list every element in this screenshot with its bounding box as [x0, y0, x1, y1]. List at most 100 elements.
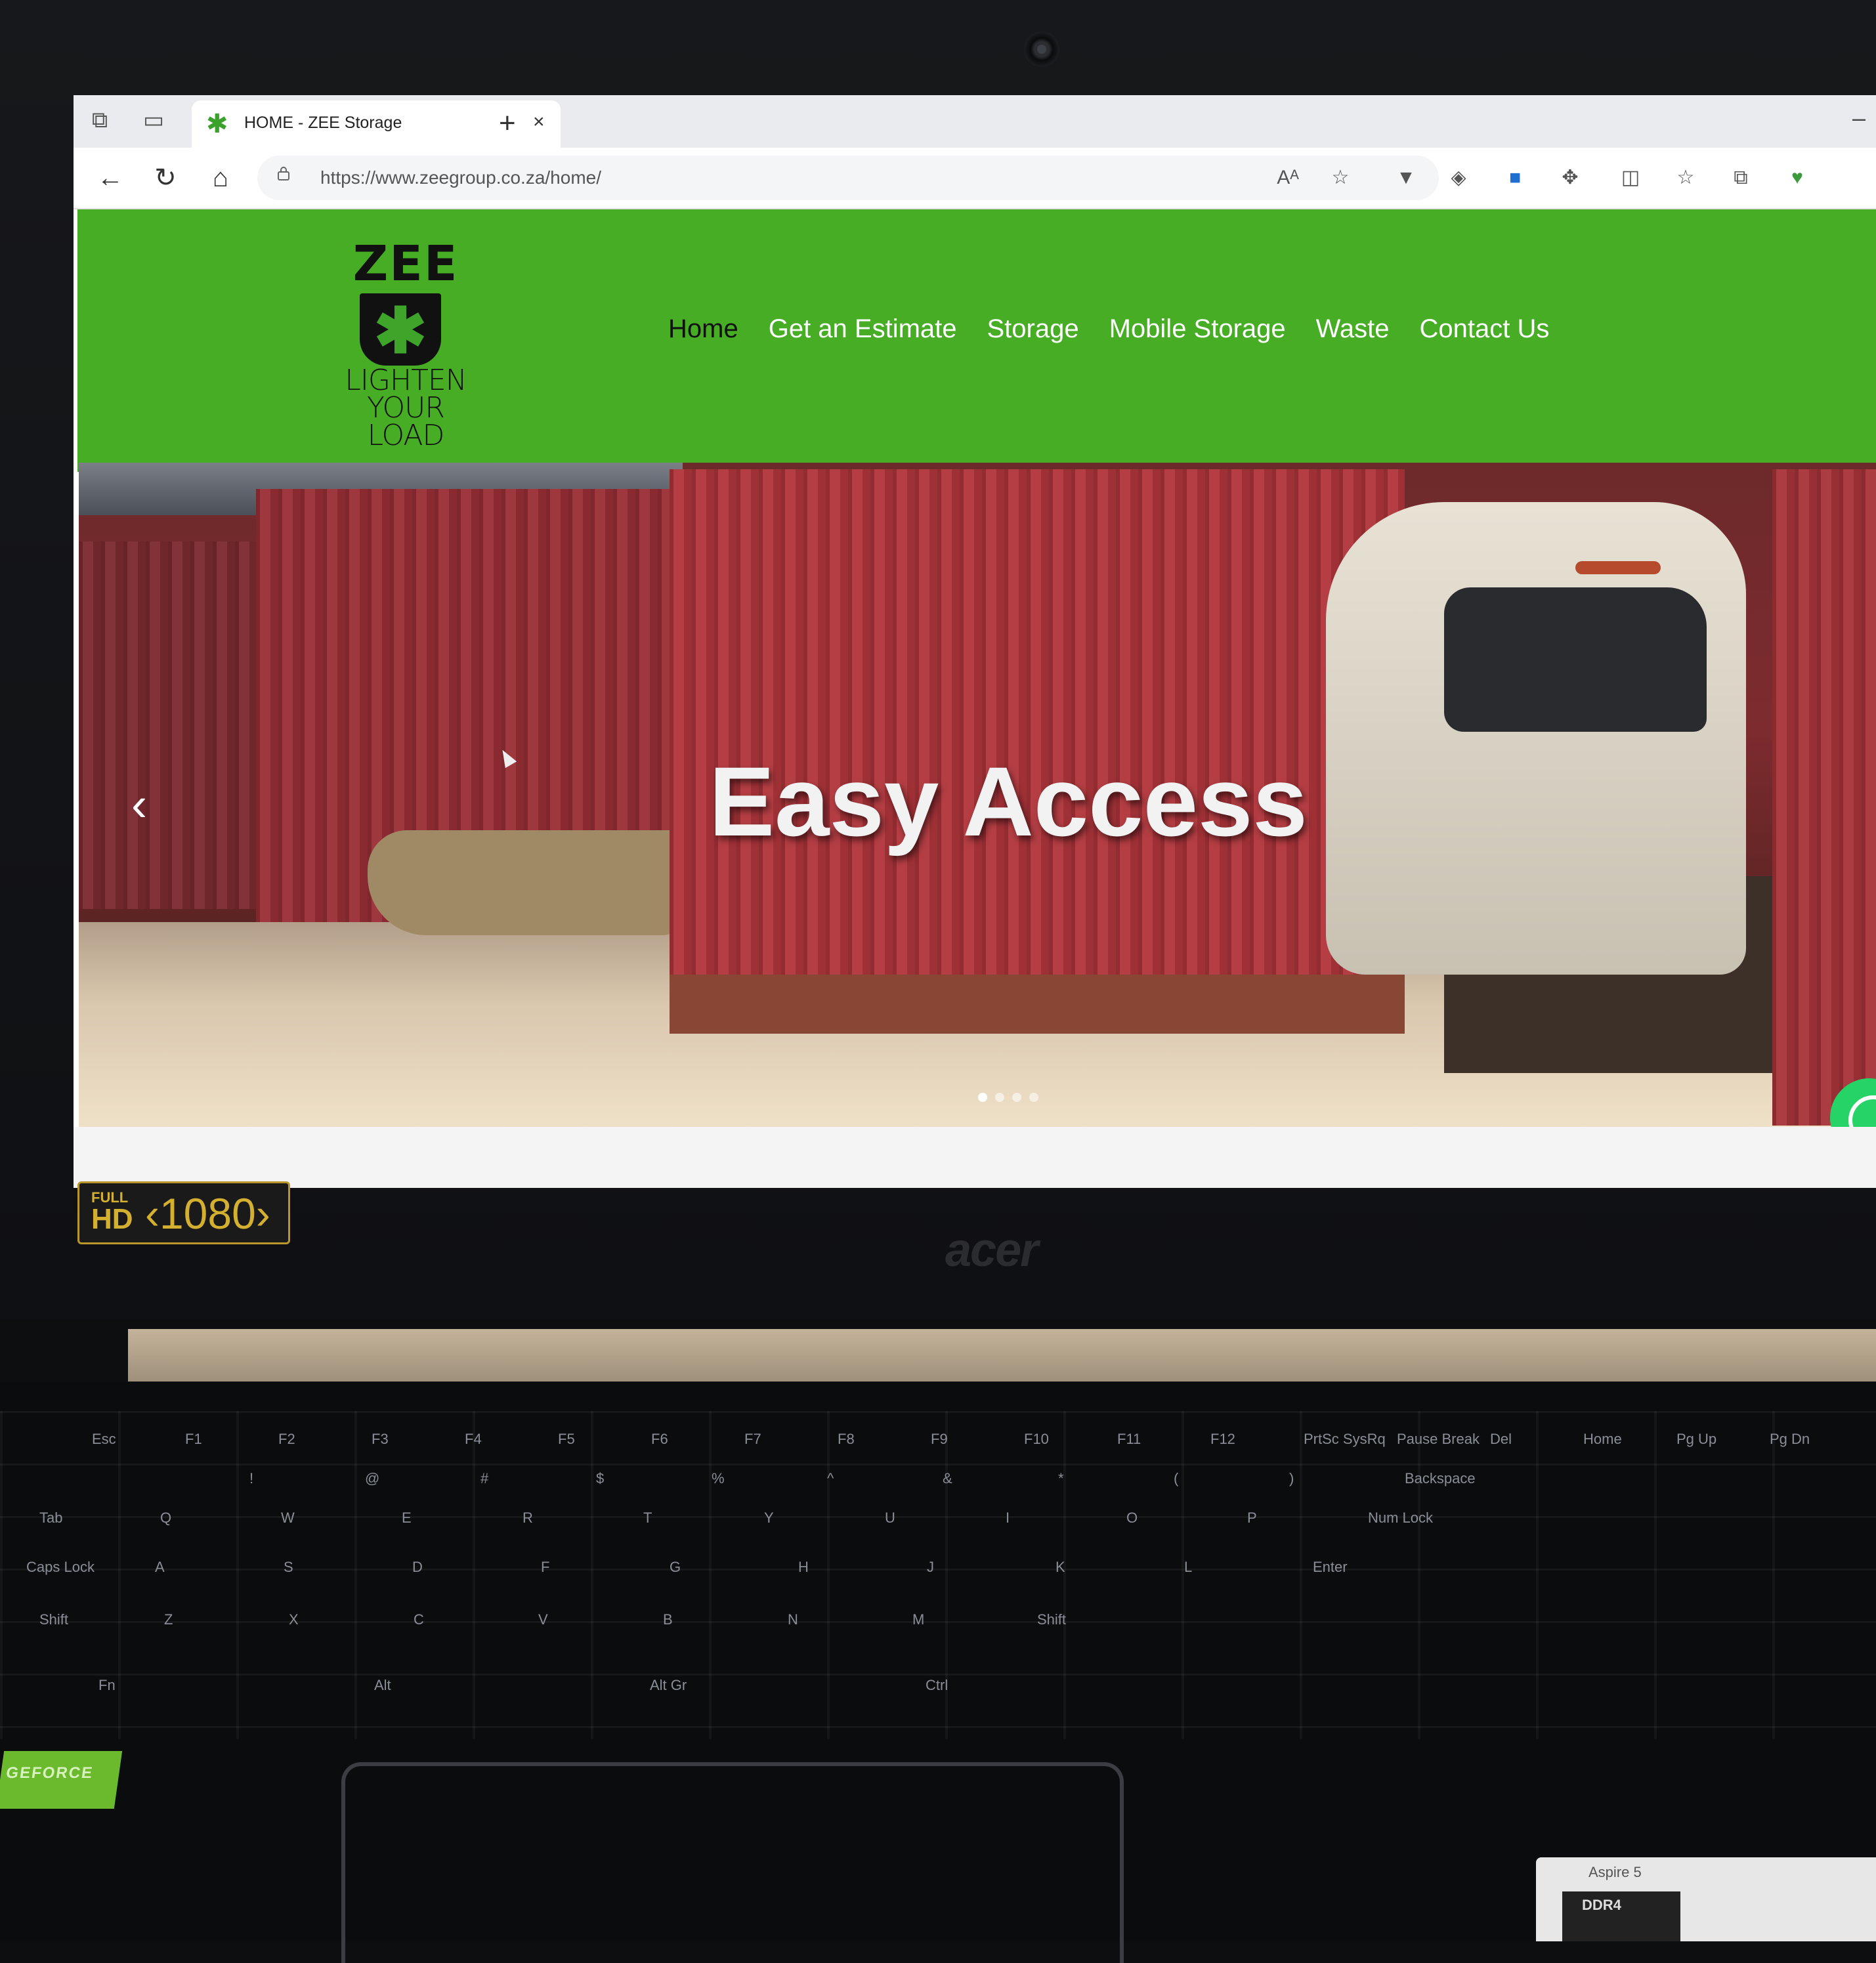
key-legend[interactable]: Shift — [39, 1611, 68, 1628]
nav-contact-us[interactable]: Contact Us — [1420, 314, 1550, 354]
nav-waste[interactable]: Waste — [1316, 314, 1390, 354]
key-legend[interactable]: & — [943, 1470, 952, 1487]
key-legend[interactable]: ^ — [827, 1470, 834, 1487]
key-legend[interactable]: Alt Gr — [650, 1677, 687, 1694]
favorite-star-icon[interactable]: ☆ — [1327, 165, 1354, 191]
key-legend[interactable]: D — [412, 1559, 423, 1576]
key-legend[interactable]: Fn — [98, 1677, 116, 1694]
key-legend[interactable]: Shift — [1037, 1611, 1066, 1628]
key-legend[interactable]: K — [1055, 1559, 1065, 1576]
key-legend[interactable]: $ — [596, 1470, 604, 1487]
touchpad[interactable] — [341, 1762, 1124, 1963]
nav-storage[interactable]: Storage — [987, 314, 1079, 354]
key-legend[interactable]: F4 — [465, 1431, 482, 1448]
key-legend[interactable]: F3 — [372, 1431, 389, 1448]
key-legend[interactable]: F11 — [1117, 1431, 1141, 1448]
key-legend[interactable]: O — [1126, 1509, 1138, 1527]
key-legend[interactable]: P — [1247, 1509, 1257, 1527]
key-legend[interactable]: Backspace — [1405, 1470, 1476, 1487]
key-legend[interactable]: N — [788, 1611, 798, 1628]
read-aloud-icon[interactable]: Aᴬ — [1275, 165, 1301, 191]
split-screen-icon[interactable]: ◫ — [1617, 165, 1644, 191]
key-legend[interactable]: T — [643, 1509, 652, 1527]
key-legend[interactable]: H — [798, 1559, 809, 1576]
tab-actions-icon[interactable]: ▭ — [139, 106, 168, 135]
key-legend[interactable]: S — [284, 1559, 293, 1576]
slider-dot[interactable] — [1012, 1093, 1021, 1102]
key-legend[interactable]: J — [927, 1559, 934, 1576]
key-legend[interactable]: Del — [1490, 1431, 1512, 1448]
refresh-icon[interactable]: ↻ — [148, 161, 182, 195]
key-legend[interactable]: A — [155, 1559, 165, 1576]
key-legend[interactable]: Esc — [92, 1431, 116, 1448]
workspaces-icon[interactable]: ⧉ — [85, 106, 114, 135]
key-legend[interactable]: F — [541, 1559, 549, 1576]
slider-dot[interactable] — [1029, 1093, 1038, 1102]
key-legend[interactable]: Pg Up — [1676, 1431, 1716, 1448]
shield-extension-icon[interactable]: ■ — [1502, 165, 1528, 191]
key-legend[interactable]: Pause Break — [1397, 1431, 1480, 1448]
key-legend[interactable]: W — [281, 1509, 295, 1527]
key-legend[interactable]: ( — [1174, 1470, 1178, 1487]
key-legend[interactable]: Y — [764, 1509, 774, 1527]
key-legend[interactable]: F8 — [838, 1431, 855, 1448]
nav-get-an-estimate[interactable]: Get an Estimate — [769, 314, 957, 354]
key-legend[interactable]: E — [402, 1509, 412, 1527]
key-legend[interactable]: Tab — [39, 1509, 62, 1527]
key-legend[interactable]: X — [289, 1611, 299, 1628]
nav-home[interactable]: Home — [668, 314, 738, 354]
key-legend[interactable]: I — [1006, 1509, 1010, 1527]
slider-dot[interactable] — [995, 1093, 1004, 1102]
key-legend[interactable]: * — [1058, 1470, 1064, 1487]
key-legend[interactable]: % — [712, 1470, 725, 1487]
key-legend[interactable]: L — [1184, 1559, 1192, 1576]
key-legend[interactable]: Pg Dn — [1770, 1431, 1810, 1448]
close-tab-icon[interactable]: × — [533, 111, 545, 133]
key-legend[interactable]: Q — [160, 1509, 171, 1527]
key-legend[interactable]: R — [522, 1509, 533, 1527]
key-legend[interactable]: @ — [365, 1470, 379, 1487]
key-legend[interactable]: F7 — [744, 1431, 761, 1448]
sticker-resolution-text: ‹1080› — [145, 1189, 270, 1238]
slider-prev-arrow-icon[interactable]: ‹ — [131, 778, 147, 832]
key-legend[interactable]: ) — [1289, 1470, 1294, 1487]
zee-logo[interactable]: ZEE ✱ LIGHTEN YOUR LOAD — [340, 236, 471, 450]
key-legend[interactable]: F12 — [1210, 1431, 1235, 1448]
key-legend[interactable]: F5 — [558, 1431, 575, 1448]
key-legend[interactable]: F9 — [931, 1431, 948, 1448]
key-legend[interactable]: PrtSc SysRq — [1304, 1431, 1386, 1448]
slider-dot[interactable] — [978, 1093, 987, 1102]
key-legend[interactable]: F6 — [651, 1431, 668, 1448]
key-legend[interactable]: Num Lock — [1368, 1509, 1433, 1527]
key-legend[interactable]: C — [414, 1611, 424, 1628]
extension-icon[interactable]: ◈ — [1445, 165, 1472, 191]
key-legend[interactable]: F1 — [185, 1431, 202, 1448]
collections-icon[interactable]: ⧉ — [1728, 165, 1754, 191]
key-legend[interactable]: B — [663, 1611, 673, 1628]
key-legend[interactable]: ! — [249, 1470, 253, 1487]
extensions-icon[interactable]: ✥ — [1557, 165, 1583, 191]
address-bar[interactable]: https://www.zeegroup.co.za/home/ — [257, 156, 1439, 200]
home-icon[interactable]: ⌂ — [203, 161, 238, 195]
new-tab-button[interactable]: + — [499, 107, 516, 140]
key-legend[interactable]: # — [480, 1470, 488, 1487]
key-legend[interactable]: Caps Lock — [26, 1559, 95, 1576]
key-legend[interactable]: F2 — [278, 1431, 295, 1448]
key-legend[interactable]: V — [538, 1611, 548, 1628]
back-icon[interactable]: ← — [93, 161, 127, 195]
key-legend[interactable]: Enter — [1313, 1559, 1348, 1576]
hero-slider[interactable]: Easy Access ‹ — [79, 463, 1876, 1127]
key-legend[interactable]: Home — [1583, 1431, 1622, 1448]
key-legend[interactable]: Ctrl — [926, 1677, 948, 1694]
favorites-icon[interactable]: ☆ — [1673, 165, 1699, 191]
key-legend[interactable]: U — [885, 1509, 895, 1527]
key-legend[interactable]: G — [670, 1559, 681, 1576]
minimize-icon[interactable]: – — [1852, 104, 1865, 132]
nav-mobile-storage[interactable]: Mobile Storage — [1109, 314, 1286, 354]
key-legend[interactable]: M — [912, 1611, 924, 1628]
key-legend[interactable]: Alt — [374, 1677, 391, 1694]
heart-extension-icon[interactable]: ♥ — [1784, 165, 1810, 191]
key-legend[interactable]: Z — [164, 1611, 173, 1628]
key-legend[interactable]: F10 — [1024, 1431, 1049, 1448]
vivaldi-extension-icon[interactable]: ▼ — [1393, 165, 1419, 191]
